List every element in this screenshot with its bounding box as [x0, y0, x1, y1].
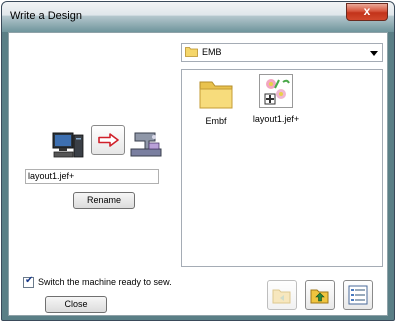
switch-machine-checkbox[interactable]: ✔: [23, 275, 34, 288]
file-name: layout1.jef+: [252, 114, 300, 124]
window-title: Write a Design: [10, 10, 82, 22]
view-details-button[interactable]: [343, 280, 373, 310]
transfer-button[interactable]: [91, 125, 125, 155]
computer-icon: [52, 132, 84, 158]
folder-back-button[interactable]: [267, 280, 297, 310]
file-item-embf[interactable]: Embf: [188, 78, 244, 126]
window-close-button[interactable]: x: [346, 3, 388, 21]
folder-icon: [185, 47, 198, 57]
file-name: Embf: [205, 116, 227, 126]
red-arrow-right-icon: [98, 133, 119, 147]
filename-field[interactable]: layout1.jef+: [25, 169, 159, 184]
sewing-machine-icon: [130, 132, 162, 157]
folder-icon: [199, 81, 233, 109]
title-bar[interactable]: Write a Design x: [2, 2, 394, 32]
folder-dropdown[interactable]: EMB: [181, 43, 383, 62]
checkmark-icon: ✔: [25, 275, 34, 286]
dialog-body: EMB Embf layout1.jef+ layout1.jef+ Renam…: [8, 32, 388, 316]
view-details-icon: [348, 285, 368, 305]
embroidery-design-icon: [259, 74, 293, 108]
switch-machine-label: Switch the machine ready to sew.: [38, 277, 172, 287]
folder-up-button[interactable]: [305, 280, 335, 310]
folder-back-icon: [272, 289, 291, 304]
folder-dropdown-value: EMB: [202, 47, 222, 57]
rename-button[interactable]: Rename: [73, 192, 135, 209]
close-button[interactable]: Close: [45, 296, 107, 313]
dialog-window: Write a Design x EMB Embf layout1.jef+ l…: [1, 1, 395, 321]
file-list[interactable]: Embf layout1.jef+: [181, 69, 383, 267]
chevron-down-icon[interactable]: [370, 51, 378, 56]
file-item-layout1[interactable]: layout1.jef+: [248, 74, 304, 124]
folder-up-icon: [310, 289, 329, 304]
